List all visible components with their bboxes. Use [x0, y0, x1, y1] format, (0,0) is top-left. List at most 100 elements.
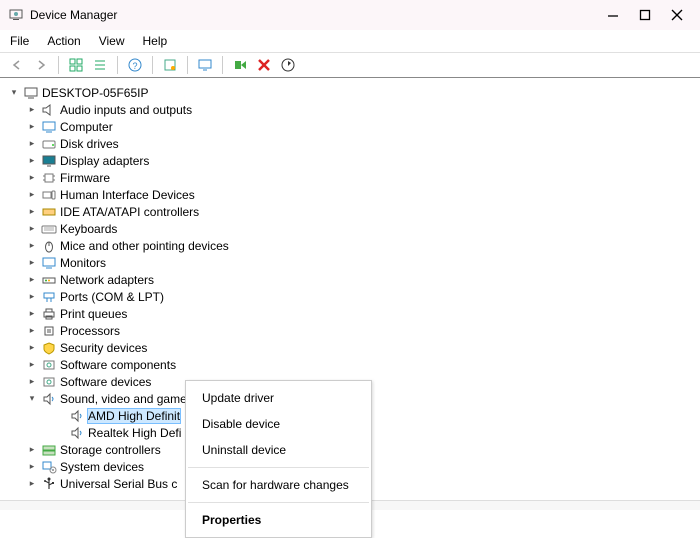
software-icon: [41, 374, 57, 390]
titlebar: Device Manager: [0, 0, 700, 30]
caret-right-icon[interactable]: ▸: [26, 223, 38, 235]
mouse-icon: [41, 238, 57, 254]
enable-icon[interactable]: [231, 56, 249, 74]
menu-file[interactable]: File: [10, 34, 29, 48]
tree-node[interactable]: ▸ Audio inputs and outputs: [4, 101, 696, 118]
monitor-icon[interactable]: [196, 56, 214, 74]
caret-right-icon[interactable]: ▸: [26, 274, 38, 286]
tree-node-label: Processors: [60, 324, 120, 338]
ctx-uninstall-device[interactable]: Uninstall device: [186, 437, 371, 463]
tree-node-label: Mice and other pointing devices: [60, 239, 229, 253]
tree-node-label: Network adapters: [60, 273, 154, 287]
security-icon: [41, 340, 57, 356]
sound-icon: [41, 391, 57, 407]
ctx-properties[interactable]: Properties: [186, 507, 371, 533]
caret-right-icon[interactable]: ▸: [26, 359, 38, 371]
caret-right-icon[interactable]: ▸: [26, 461, 38, 473]
caret-right-icon[interactable]: ▸: [26, 172, 38, 184]
tree-node[interactable]: ▸ Monitors: [4, 254, 696, 271]
scan-icon[interactable]: [161, 56, 179, 74]
separator: [117, 56, 118, 74]
ctx-update-driver[interactable]: Update driver: [186, 385, 371, 411]
caret-right-icon[interactable]: ▸: [26, 206, 38, 218]
tree-node[interactable]: ▸ Software components: [4, 356, 696, 373]
forward-button[interactable]: [32, 56, 50, 74]
update-icon[interactable]: [279, 56, 297, 74]
menu-help[interactable]: Help: [143, 34, 168, 48]
tree-node-label: Display adapters: [60, 154, 149, 168]
computer-icon: [23, 85, 39, 101]
printer-icon: [41, 306, 57, 322]
tree-node[interactable]: ▸ Mice and other pointing devices: [4, 237, 696, 254]
back-button[interactable]: [8, 56, 26, 74]
tree-node[interactable]: ▸Print queues: [4, 305, 696, 322]
tree-node-label: Software components: [60, 358, 176, 372]
tree-root[interactable]: ▾ DESKTOP-05F65IP: [4, 84, 696, 101]
caret-right-icon[interactable]: ▸: [26, 104, 38, 116]
svg-text:?: ?: [132, 61, 137, 71]
tree-node-label: IDE ATA/ATAPI controllers: [60, 205, 199, 219]
tree-node[interactable]: ▸ IDE ATA/ATAPI controllers: [4, 203, 696, 220]
caret-right-icon[interactable]: ▸: [26, 342, 38, 354]
tree-node[interactable]: ▸ Display adapters: [4, 152, 696, 169]
caret-right-icon[interactable]: ▸: [26, 376, 38, 388]
network-icon: [41, 272, 57, 288]
menu-view[interactable]: View: [99, 34, 125, 48]
caret-right-icon[interactable]: ▸: [26, 155, 38, 167]
tree-node-label: Keyboards: [60, 222, 117, 236]
tree-node-label: Monitors: [60, 256, 106, 270]
ide-icon: [41, 204, 57, 220]
caret-down-icon[interactable]: ▾: [26, 393, 38, 405]
minimize-button[interactable]: [606, 8, 620, 22]
display-icon: [41, 153, 57, 169]
tree-node-label: System devices: [60, 460, 144, 474]
monitor-icon: [41, 119, 57, 135]
ctx-disable-device[interactable]: Disable device: [186, 411, 371, 437]
caret-right-icon[interactable]: ▸: [26, 325, 38, 337]
tree-node[interactable]: ▸Computer: [4, 118, 696, 135]
menu-action[interactable]: Action: [47, 34, 80, 48]
tree-node[interactable]: ▸Firmware: [4, 169, 696, 186]
tree-node[interactable]: ▸ Processors: [4, 322, 696, 339]
grid-view-icon[interactable]: [67, 56, 85, 74]
tree-node[interactable]: ▸Human Interface Devices: [4, 186, 696, 203]
caret-down-icon[interactable]: ▾: [8, 87, 20, 99]
caret-right-icon[interactable]: ▸: [26, 240, 38, 252]
help-icon[interactable]: ?: [126, 56, 144, 74]
delete-icon[interactable]: [255, 56, 273, 74]
ctx-scan-hardware[interactable]: Scan for hardware changes: [186, 472, 371, 498]
separator: [58, 56, 59, 74]
maximize-button[interactable]: [638, 8, 652, 22]
separator: [188, 467, 369, 468]
software-icon: [41, 357, 57, 373]
speaker-icon: [41, 102, 57, 118]
processor-icon: [41, 323, 57, 339]
caret-right-icon[interactable]: ▸: [26, 291, 38, 303]
tree-node-label: Audio inputs and outputs: [60, 103, 192, 117]
usb-icon: [41, 476, 57, 492]
list-view-icon[interactable]: [91, 56, 109, 74]
close-button[interactable]: [670, 8, 684, 22]
caret-right-icon[interactable]: ▸: [26, 138, 38, 150]
tree-child-label: Realtek High Defi: [88, 426, 181, 440]
app-icon: [8, 7, 24, 23]
root-label: DESKTOP-05F65IP: [42, 86, 149, 100]
window-controls: [606, 8, 684, 22]
system-icon: [41, 459, 57, 475]
hid-icon: [41, 187, 57, 203]
caret-right-icon[interactable]: ▸: [26, 189, 38, 201]
tree-node[interactable]: ▸ Keyboards: [4, 220, 696, 237]
tree-node-label: Ports (COM & LPT): [60, 290, 164, 304]
caret-right-icon[interactable]: ▸: [26, 478, 38, 490]
tree-node[interactable]: ▸Disk drives: [4, 135, 696, 152]
tree-node[interactable]: ▸Security devices: [4, 339, 696, 356]
sound-icon: [69, 408, 85, 424]
caret-right-icon[interactable]: ▸: [26, 308, 38, 320]
separator: [188, 502, 369, 503]
window-title: Device Manager: [30, 8, 606, 22]
tree-node[interactable]: ▸ Network adapters: [4, 271, 696, 288]
caret-right-icon[interactable]: ▸: [26, 257, 38, 269]
caret-right-icon[interactable]: ▸: [26, 121, 38, 133]
tree-node[interactable]: ▸ Ports (COM & LPT): [4, 288, 696, 305]
caret-right-icon[interactable]: ▸: [26, 444, 38, 456]
